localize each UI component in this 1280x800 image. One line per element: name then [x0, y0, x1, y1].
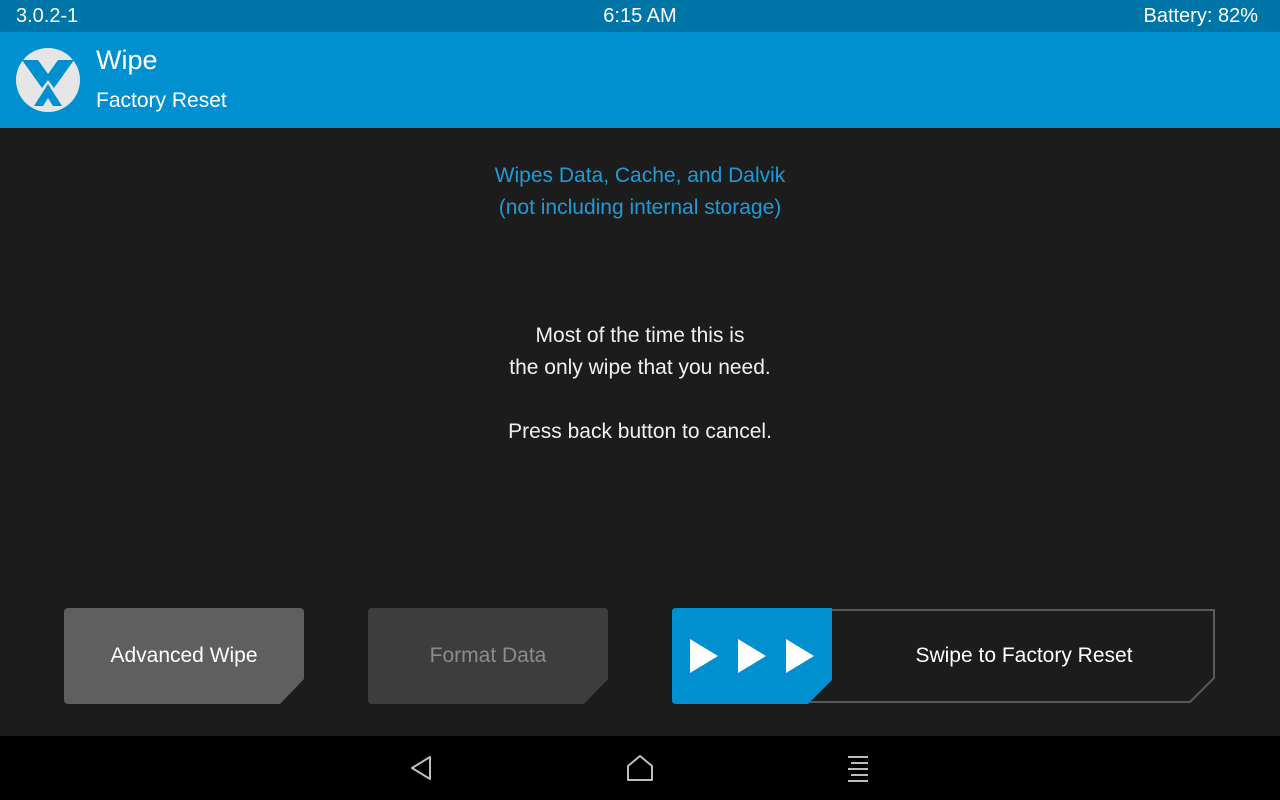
twrp-logo-icon	[16, 48, 80, 112]
info-line-2: (not including internal storage)	[498, 196, 782, 219]
format-data-label: Format Data	[429, 644, 547, 667]
navigation-bar	[0, 736, 1280, 800]
clock: 6:15 AM	[603, 5, 677, 27]
format-data-button[interactable]: Format Data	[368, 608, 608, 704]
menu-lines-icon[interactable]	[842, 752, 874, 784]
message-line-2: the only wipe that you need.	[509, 356, 771, 379]
swipe-handle[interactable]	[672, 608, 832, 704]
swipe-to-factory-reset-slider[interactable]: Swipe to Factory Reset	[672, 608, 1216, 704]
advanced-wipe-label: Advanced Wipe	[110, 644, 258, 667]
swipe-label: Swipe to Factory Reset	[915, 644, 1133, 667]
header: Wipe Factory Reset	[0, 32, 1280, 128]
message-line-3: Press back button to cancel.	[508, 420, 772, 443]
info-line-1: Wipes Data, Cache, and Dalvik	[494, 164, 786, 187]
status-bar: 3.0.2-1 6:15 AM Battery: 82%	[0, 0, 1280, 32]
home-icon[interactable]	[624, 752, 656, 784]
page-subtitle: Factory Reset	[96, 89, 227, 112]
message-line-1: Most of the time this is	[535, 324, 745, 347]
back-triangle-icon[interactable]	[406, 752, 438, 784]
battery-status: Battery: 82%	[1143, 5, 1258, 27]
advanced-wipe-button[interactable]: Advanced Wipe	[64, 608, 304, 704]
page-title: Wipe	[96, 45, 158, 75]
